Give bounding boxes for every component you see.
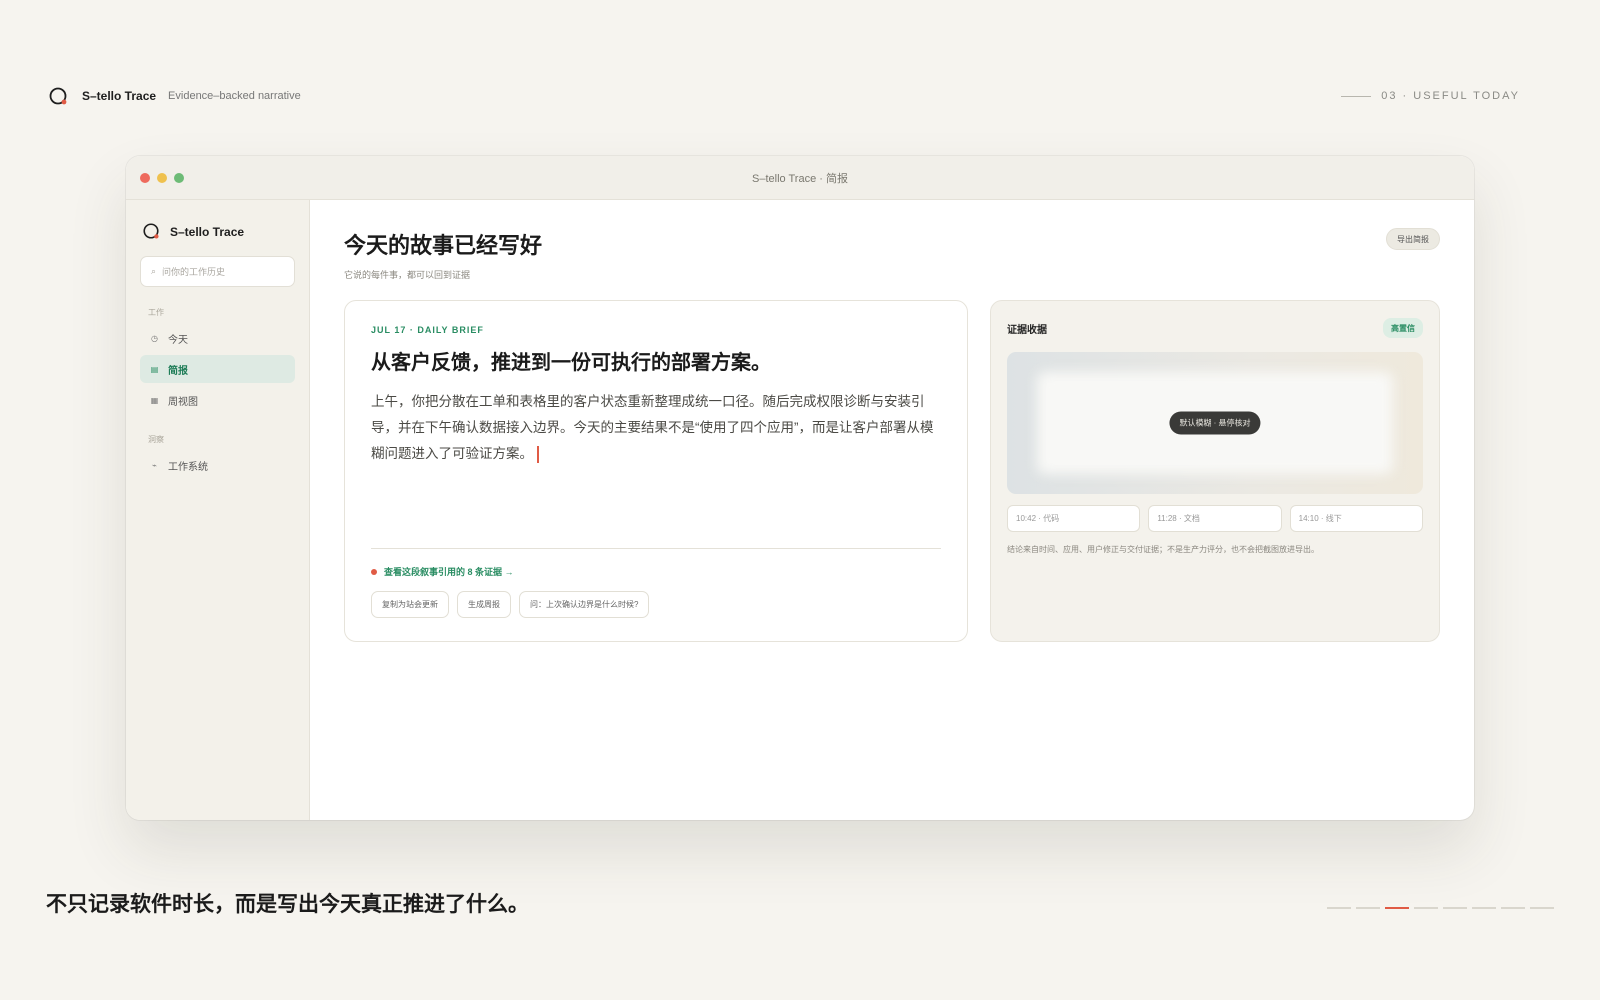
- logo-icon: [48, 86, 68, 106]
- evidence-title: 证据收据: [1007, 325, 1047, 336]
- sidebar-item-today[interactable]: ◷ 今天: [140, 324, 295, 352]
- daily-brief-card: JUL 17 · DAILY BRIEF 从客户反馈，推进到一份可执行的部署方案…: [344, 300, 968, 642]
- evidence-note: 结论来自时间、应用、用户修正与交付证据；不是生产力评分，也不会把截图放进导出。: [1007, 545, 1319, 554]
- pager-dash[interactable]: [1472, 907, 1496, 909]
- search-icon: ⌕: [151, 266, 157, 276]
- export-brief-button[interactable]: 导出简报: [1386, 228, 1440, 250]
- sidebar-item-label: 周视图: [168, 396, 198, 408]
- evidence-slot[interactable]: 11:28 · 文档: [1148, 505, 1282, 532]
- pager-dash[interactable]: [1443, 907, 1467, 909]
- sidebar-item-work-system[interactable]: ⌁ 工作系统: [140, 451, 295, 479]
- sidebar-brand: S–tello Trace: [142, 222, 295, 242]
- sidebar-brand-name: S–tello Trace: [170, 225, 245, 239]
- brand-tagline: Evidence–backed narrative: [168, 90, 301, 102]
- section-line: [1341, 95, 1372, 97]
- search-input[interactable]: ⌕ 问你的工作历史: [140, 256, 295, 287]
- pager-dash[interactable]: [1327, 907, 1351, 909]
- evidence-slots: 10:42 · 代码 11:28 · 文档 14:10 · 线下: [1007, 505, 1423, 532]
- evidence-receipt-card: 证据收据 高置信 默认模糊 · 悬停核对 10:42 · 代码 11:28 · …: [990, 300, 1440, 642]
- preview-pill: 默认模糊 · 悬停核对: [1169, 411, 1261, 435]
- calendar-icon: ▦: [150, 395, 159, 405]
- sidebar-item-week-view[interactable]: ▦ 周视图: [140, 386, 295, 414]
- window-title: S–tello Trace · 简报: [752, 172, 848, 185]
- brief-body-text: 上午，你把分散在工单和表格里的客户状态重新整理成统一口径。随后完成权限诊断与安装…: [371, 394, 934, 461]
- ask-question-button[interactable]: 问：上次确认边界是什么时候?: [519, 591, 650, 618]
- screenshot-preview[interactable]: 默认模糊 · 悬停核对: [1007, 352, 1423, 494]
- main-content: 今天的故事已经写好 它说的每件事，都可以回到证据 导出简报 JUL 17 · D…: [310, 200, 1474, 820]
- section-marker: 03 · USEFUL TODAY: [1341, 90, 1520, 102]
- window-titlebar: S–tello Trace · 简报: [126, 156, 1474, 200]
- brand-header: S–tello Trace Evidence–backed narrative: [48, 86, 301, 106]
- brief-body[interactable]: 上午，你把分散在工单和表格里的客户状态重新整理成统一口径。随后完成权限诊断与安装…: [371, 389, 941, 467]
- divider: [371, 548, 941, 549]
- copy-standup-button[interactable]: 复制为站会更新: [371, 591, 449, 618]
- app-window: S–tello Trace · 简报 S–tello Trace ⌕ 问你的工作…: [126, 156, 1474, 820]
- slide-pager: [1327, 907, 1554, 909]
- pager-dash[interactable]: [1356, 907, 1380, 909]
- pager-dash[interactable]: [1385, 907, 1409, 909]
- page-subtitle: 它说的每件事，都可以回到证据: [344, 270, 471, 280]
- brief-headline: 从客户反馈，推进到一份可执行的部署方案。: [371, 352, 771, 374]
- pager-dash[interactable]: [1530, 907, 1554, 909]
- page-title: 今天的故事已经写好: [344, 233, 543, 258]
- status-dot-icon: [371, 568, 377, 575]
- view-evidence-link[interactable]: 查看这段叙事引用的 8 条证据 →: [371, 565, 514, 578]
- generate-weekly-button[interactable]: 生成周报: [457, 591, 511, 618]
- cards-area: JUL 17 · DAILY BRIEF 从客户反馈，推进到一份可执行的部署方案…: [344, 300, 1440, 642]
- sidebar: S–tello Trace ⌕ 问你的工作历史 工作 ◷ 今天 ▤ 简报 ▦ 周…: [126, 200, 310, 820]
- clock-icon: ◷: [151, 333, 158, 343]
- group-label-work: 工作: [148, 308, 164, 317]
- sidebar-item-label: 工作系统: [168, 461, 208, 473]
- logo-icon: [142, 222, 162, 242]
- sidebar-item-label: 今天: [168, 334, 188, 346]
- group-label-insight: 洞察: [148, 435, 164, 444]
- text-caret: [537, 445, 539, 463]
- brief-kicker: JUL 17 · DAILY BRIEF: [371, 325, 484, 335]
- evidence-link-label: 查看这段叙事引用的 8 条证据 →: [384, 567, 514, 577]
- confidence-badge: 高置信: [1383, 318, 1423, 338]
- slide-caption: 不只记录软件时长，而是写出今天真正推进了什么。: [46, 893, 529, 916]
- sidebar-item-label: 简报: [168, 365, 188, 377]
- pager-dash[interactable]: [1501, 907, 1525, 909]
- pager-dash[interactable]: [1414, 907, 1438, 909]
- document-icon: ▤: [150, 364, 159, 374]
- search-placeholder: 问你的工作历史: [162, 267, 226, 277]
- brief-actions: 复制为站会更新 生成周报 问：上次确认边界是什么时候?: [371, 591, 650, 618]
- flow-icon: ⌁: [152, 460, 157, 470]
- brand-name: S–tello Trace: [82, 89, 157, 103]
- sidebar-item-brief[interactable]: ▤ 简报: [140, 355, 295, 383]
- evidence-slot[interactable]: 10:42 · 代码: [1007, 505, 1141, 532]
- section-label: 03 · USEFUL TODAY: [1381, 90, 1520, 102]
- evidence-slot[interactable]: 14:10 · 线下: [1289, 505, 1423, 532]
